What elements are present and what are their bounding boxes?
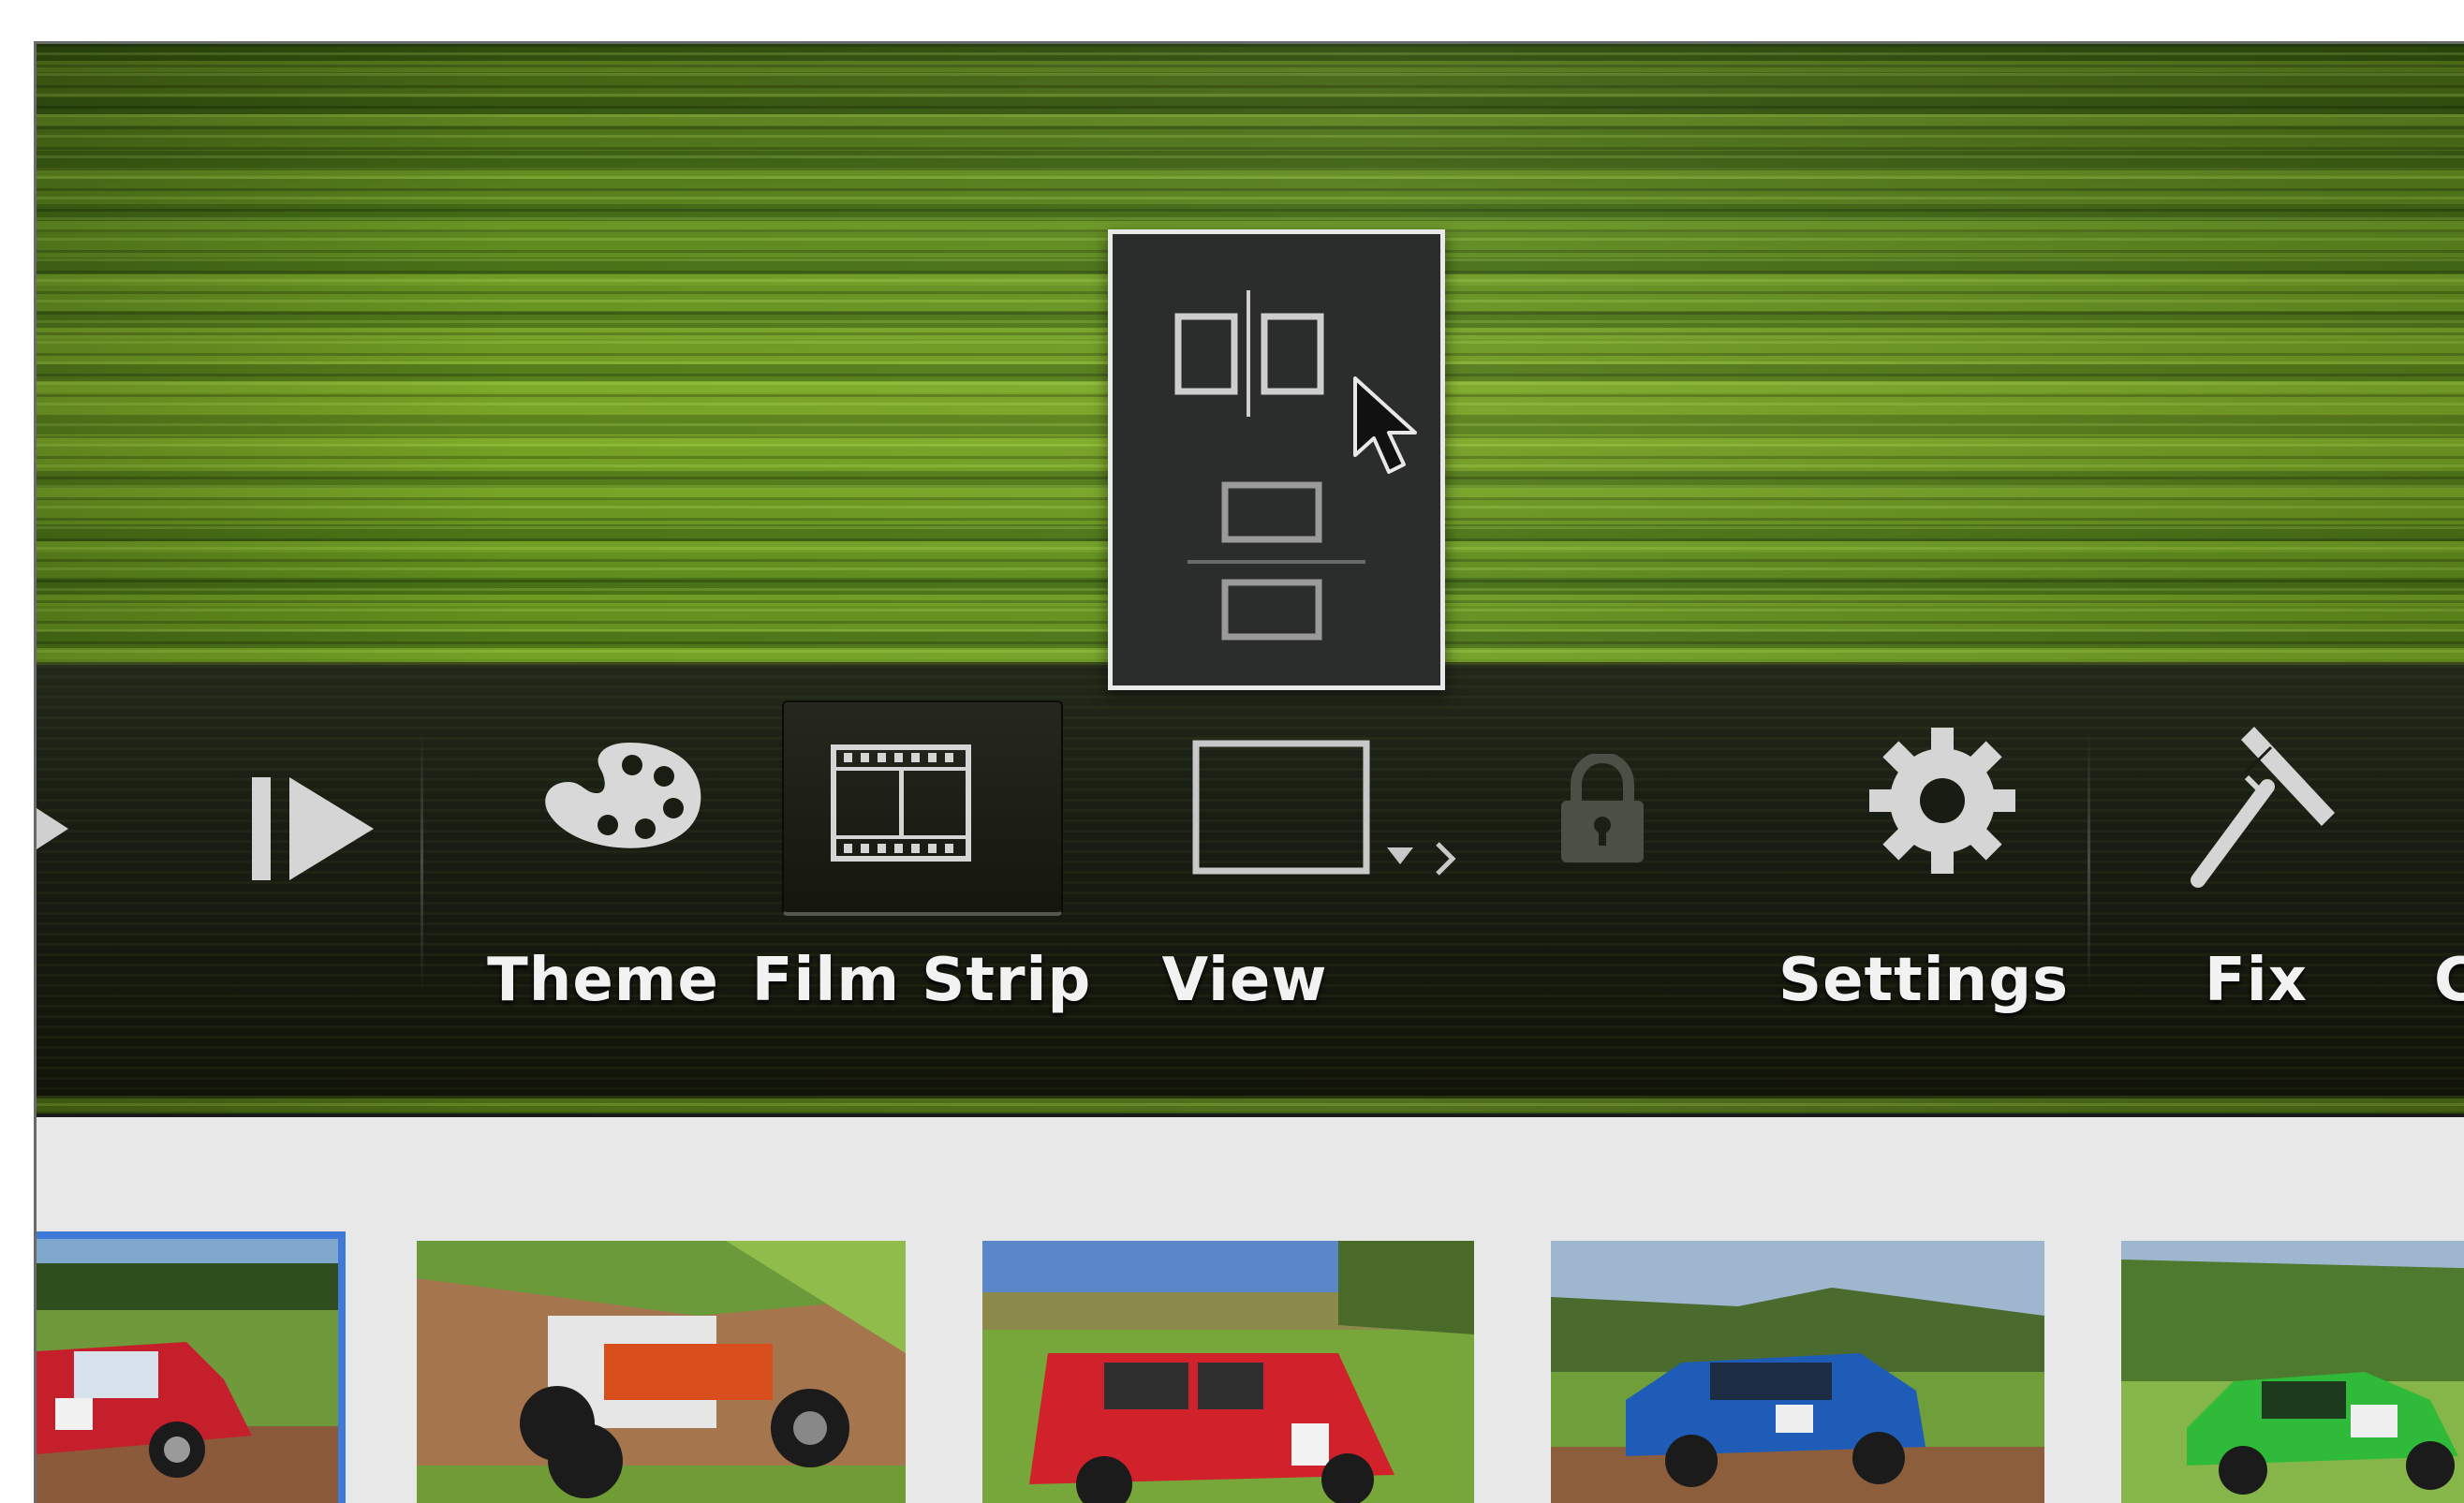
thumbnail-image bbox=[982, 1241, 1474, 1503]
gear-icon bbox=[1869, 728, 2015, 874]
thumbnail-image bbox=[417, 1241, 906, 1503]
play-icon bbox=[37, 808, 68, 849]
toolbar-item-cutoff[interactable]: C bbox=[2434, 665, 2464, 1096]
play-button[interactable] bbox=[37, 665, 93, 1096]
film-strip-icon bbox=[831, 744, 971, 862]
wiper-icon bbox=[2191, 727, 2335, 888]
side-by-side-layout-icon bbox=[1174, 290, 1324, 417]
theme-label: Theme bbox=[487, 946, 719, 1015]
lock-button[interactable] bbox=[1535, 665, 1666, 1096]
view-icon bbox=[1192, 740, 1370, 875]
toolbar-separator bbox=[421, 730, 423, 993]
toolbar-separator bbox=[2088, 730, 2090, 993]
view-layout-popup bbox=[1108, 229, 1445, 690]
thumbnail-3[interactable] bbox=[982, 1241, 1474, 1503]
fix-button[interactable]: Fix bbox=[2162, 665, 2350, 1096]
view-button[interactable]: View bbox=[1160, 665, 1507, 1096]
mouse-cursor-icon bbox=[1353, 376, 1417, 474]
film-strip-gallery bbox=[37, 1113, 2464, 1503]
side-by-side-option[interactable] bbox=[1169, 290, 1375, 431]
theme-button[interactable]: Theme bbox=[467, 665, 739, 1096]
slideshow-window: Theme Film Strip View Settings Fix bbox=[34, 41, 2464, 1503]
stacked-option[interactable] bbox=[1188, 479, 1375, 667]
stacked-layout-icon bbox=[1188, 481, 1365, 641]
lock-icon bbox=[1561, 754, 1644, 862]
film-strip-label: Film Strip bbox=[751, 946, 1092, 1015]
thumbnail-5[interactable] bbox=[2121, 1241, 2464, 1503]
thumbnail-image bbox=[2121, 1241, 2464, 1503]
fix-label: Fix bbox=[2205, 946, 2308, 1015]
cutoff-label: C bbox=[2434, 946, 2464, 1015]
next-slide-button[interactable] bbox=[214, 665, 383, 1096]
settings-label: Settings bbox=[1778, 946, 2070, 1015]
thumbnail-image bbox=[37, 1239, 338, 1503]
view-label: View bbox=[1161, 946, 1328, 1015]
dropdown-arrow-icon[interactable] bbox=[1385, 838, 1460, 885]
thumbnail-image bbox=[1551, 1241, 2044, 1503]
slideshow-toolbar: Theme Film Strip View Settings Fix bbox=[37, 662, 2464, 1098]
thumbnail-2[interactable] bbox=[417, 1241, 906, 1503]
palette-icon bbox=[545, 743, 701, 848]
thumbnail-4[interactable] bbox=[1551, 1241, 2044, 1503]
settings-button[interactable]: Settings bbox=[1778, 665, 2070, 1096]
thumbnail-1-selected[interactable] bbox=[37, 1231, 346, 1503]
film-strip-button[interactable]: Film Strip bbox=[748, 665, 1095, 1096]
step-forward-icon bbox=[252, 777, 374, 880]
